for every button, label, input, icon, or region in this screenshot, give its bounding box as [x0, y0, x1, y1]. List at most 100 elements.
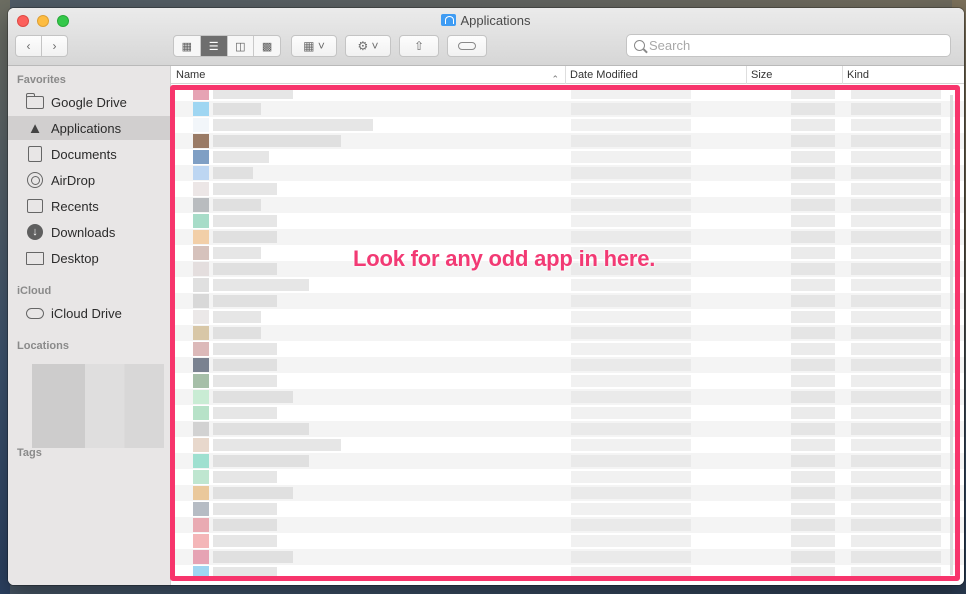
app-name-redacted — [213, 183, 277, 195]
app-name-redacted — [213, 87, 293, 99]
table-row[interactable] — [171, 325, 964, 341]
sidebar-item-desktop[interactable]: Desktop — [8, 246, 170, 270]
app-name-redacted — [213, 311, 261, 323]
sidebar-item-recents[interactable]: Recents — [8, 194, 170, 218]
column-kind-header[interactable]: Kind — [842, 66, 964, 84]
search-field[interactable] — [626, 34, 951, 57]
group-grid-icon: ▦ — [303, 39, 315, 53]
table-row[interactable] — [171, 517, 964, 533]
sidebar-section-favorites: Favorites — [17, 74, 66, 86]
table-row[interactable] — [171, 437, 964, 453]
table-row[interactable] — [171, 453, 964, 469]
back-button[interactable]: ‹ — [15, 35, 42, 57]
locations-list-redacted — [32, 364, 164, 448]
date-redacted — [571, 279, 691, 291]
date-redacted — [571, 535, 691, 547]
app-name-redacted — [213, 391, 293, 403]
kind-redacted — [851, 87, 941, 99]
search-input[interactable] — [649, 37, 939, 54]
size-redacted — [791, 423, 835, 435]
table-row[interactable] — [171, 389, 964, 405]
sidebar-item-google-drive[interactable]: Google Drive — [8, 90, 170, 114]
sidebar-item-documents[interactable]: Documents — [8, 142, 170, 166]
gear-icon: ⚙ — [357, 39, 369, 53]
tag-button[interactable] — [447, 35, 487, 57]
app-icon — [193, 262, 209, 276]
table-row[interactable] — [171, 197, 964, 213]
app-name-redacted — [213, 551, 293, 563]
cloud-icon — [25, 305, 45, 321]
table-row[interactable] — [171, 373, 964, 389]
table-row[interactable] — [171, 485, 964, 501]
list-view-button[interactable]: ☰ — [200, 36, 228, 56]
app-icon — [193, 438, 209, 452]
table-row[interactable] — [171, 229, 964, 245]
app-name-redacted — [213, 327, 261, 339]
table-row[interactable] — [171, 117, 964, 133]
table-row[interactable] — [171, 357, 964, 373]
app-icon — [193, 214, 209, 228]
sidebar-item-label: Downloads — [51, 224, 116, 240]
table-row[interactable] — [171, 277, 964, 293]
table-row[interactable] — [171, 501, 964, 517]
sidebar-item-label: Applications — [51, 120, 122, 136]
app-name-redacted — [213, 567, 277, 579]
date-redacted — [571, 343, 691, 355]
table-row[interactable] — [171, 133, 964, 149]
app-icon — [193, 86, 209, 100]
column-view-button[interactable]: ◫ — [228, 36, 255, 56]
chevron-down-icon: ˅ — [317, 39, 325, 53]
sidebar-section-tags: Tags — [17, 447, 42, 459]
sidebar-item-airdrop[interactable]: AirDrop — [8, 168, 170, 192]
table-row[interactable] — [171, 405, 964, 421]
sidebar-item-applications[interactable]: ▲ Applications — [8, 116, 170, 140]
app-name-redacted — [213, 103, 261, 115]
kind-redacted — [851, 359, 941, 371]
size-redacted — [791, 119, 835, 131]
date-redacted — [571, 567, 691, 579]
column-size-header[interactable]: Size — [746, 66, 842, 84]
date-redacted — [571, 519, 691, 531]
folder-icon — [25, 92, 45, 110]
chevron-right-icon: › — [52, 39, 57, 53]
gallery-view-button[interactable]: ▩ — [254, 36, 280, 56]
column-date-header[interactable]: Date Modified — [565, 66, 746, 84]
icon-view-button[interactable]: ▦ — [174, 36, 201, 56]
table-row[interactable] — [171, 421, 964, 437]
forward-button[interactable]: › — [41, 35, 68, 57]
table-row[interactable] — [171, 565, 964, 581]
sidebar-item-downloads[interactable]: ↓ Downloads — [8, 220, 170, 244]
kind-redacted — [851, 103, 941, 115]
scrollbar[interactable] — [950, 95, 953, 575]
app-icon — [193, 134, 209, 148]
table-row[interactable] — [171, 85, 964, 101]
app-icon — [193, 470, 209, 484]
app-name-redacted — [213, 519, 277, 531]
table-row[interactable] — [171, 469, 964, 485]
column-size-label: Size — [751, 69, 773, 81]
kind-redacted — [851, 407, 941, 419]
sidebar-item-icloud-drive[interactable]: iCloud Drive — [8, 301, 170, 325]
table-row[interactable] — [171, 309, 964, 325]
table-row[interactable] — [171, 181, 964, 197]
group-button[interactable]: ▦ ˅ — [291, 35, 337, 57]
table-row[interactable] — [171, 549, 964, 565]
table-row[interactable] — [171, 341, 964, 357]
column-name-header[interactable]: Name ⌃ — [172, 66, 565, 84]
table-row[interactable] — [171, 101, 964, 117]
table-row[interactable] — [171, 149, 964, 165]
size-redacted — [791, 439, 835, 451]
app-icon — [193, 342, 209, 356]
action-button[interactable]: ⚙ ˅ — [345, 35, 391, 57]
share-icon: ⇧ — [413, 39, 425, 53]
app-name-redacted — [213, 279, 309, 291]
date-redacted — [571, 375, 691, 387]
date-redacted — [571, 215, 691, 227]
table-row[interactable] — [171, 293, 964, 309]
table-row[interactable] — [171, 213, 964, 229]
share-button[interactable]: ⇧ — [399, 35, 439, 57]
table-row[interactable] — [171, 533, 964, 549]
kind-redacted — [851, 295, 941, 307]
sidebar-item-label: Recents — [51, 198, 99, 214]
table-row[interactable] — [171, 165, 964, 181]
